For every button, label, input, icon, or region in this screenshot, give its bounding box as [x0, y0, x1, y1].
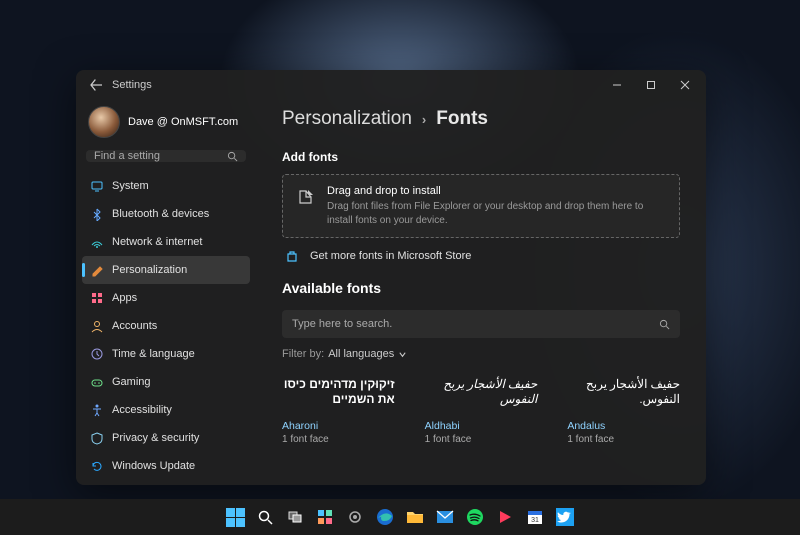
sidebar-item-label: Accounts	[112, 320, 157, 332]
font-search-placeholder: Type here to search.	[292, 318, 659, 330]
filter-label: Filter by:	[282, 348, 324, 360]
privacy-icon	[90, 431, 104, 445]
sidebar-item-label: Gaming	[112, 376, 151, 388]
start-button[interactable]	[224, 506, 246, 528]
apps-icon	[90, 291, 104, 305]
sidebar-item-label: Time & language	[112, 348, 195, 360]
breadcrumb-current: Fonts	[436, 108, 488, 130]
sidebar: Dave @ OnMSFT.com Find a setting System B…	[76, 100, 256, 485]
time-icon	[90, 347, 104, 361]
gaming-icon	[90, 375, 104, 389]
dropzone-title: Drag and drop to install	[327, 185, 665, 197]
font-search-input[interactable]: Type here to search.	[282, 310, 680, 338]
font-preview: حفيف الأشجار يربح النفوس.	[567, 370, 680, 406]
maximize-button[interactable]	[634, 70, 668, 100]
user-account-row[interactable]: Dave @ OnMSFT.com	[82, 100, 250, 150]
font-name: Aldhabi	[425, 420, 538, 432]
sidebar-item-label: Apps	[112, 292, 137, 304]
sidebar-item-update[interactable]: Windows Update	[82, 452, 250, 480]
font-face-count: 1 font face	[282, 434, 395, 445]
accessibility-icon	[90, 403, 104, 417]
font-preview: حفيف الأشجار يربح النفوس	[425, 370, 538, 406]
chevron-right-icon: ›	[422, 112, 426, 127]
sidebar-item-network[interactable]: Network & internet	[82, 228, 250, 256]
taskview-icon[interactable]	[284, 506, 306, 528]
user-name: Dave @ OnMSFT.com	[128, 116, 238, 128]
sidebar-item-label: Bluetooth & devices	[112, 208, 209, 220]
font-card[interactable]: حفيف الأشجار يربح النفوس. Andalus 1 font…	[567, 370, 680, 445]
twitter-icon[interactable]	[554, 506, 576, 528]
file-explorer-icon[interactable]	[404, 506, 426, 528]
font-preview: זיקוּקין מדהימים כיסו את השמיים	[282, 370, 395, 406]
sidebar-item-label: Network & internet	[112, 236, 202, 248]
network-icon	[90, 235, 104, 249]
font-card[interactable]: זיקוּקין מדהימים כיסו את השמיים Aharoni …	[282, 370, 395, 445]
svg-text:31: 31	[531, 517, 539, 524]
filter-dropdown[interactable]: Filter by: All languages	[282, 348, 680, 360]
system-icon	[90, 179, 104, 193]
sidebar-search-input[interactable]: Find a setting	[86, 150, 246, 162]
chevron-down-icon	[398, 350, 407, 359]
sidebar-item-label: Accessibility	[112, 404, 172, 416]
store-link[interactable]: Get more fonts in Microsoft Store	[282, 238, 680, 270]
widgets-icon[interactable]	[314, 506, 336, 528]
sidebar-item-label: System	[112, 180, 149, 192]
minimize-button[interactable]	[600, 70, 634, 100]
edge-icon[interactable]	[374, 506, 396, 528]
sidebar-item-accessibility[interactable]: Accessibility	[82, 396, 250, 424]
available-fonts-header: Available fonts	[282, 280, 680, 296]
sidebar-item-gaming[interactable]: Gaming	[82, 368, 250, 396]
sidebar-item-label: Windows Update	[112, 460, 195, 472]
avatar	[88, 106, 120, 138]
nav-list: System Bluetooth & devices Network & inter…	[82, 172, 250, 480]
font-face-count: 1 font face	[567, 434, 680, 445]
sidebar-item-personalization[interactable]: Personalization	[82, 256, 250, 284]
search-icon	[227, 151, 238, 162]
sidebar-item-apps[interactable]: Apps	[82, 284, 250, 312]
window-title: Settings	[112, 79, 152, 91]
close-button[interactable]	[668, 70, 702, 100]
font-name: Andalus	[567, 420, 680, 432]
bluetooth-icon	[90, 207, 104, 221]
accounts-icon	[90, 319, 104, 333]
sidebar-item-label: Personalization	[112, 264, 187, 276]
font-name: Aharoni	[282, 420, 395, 432]
add-fonts-header: Add fonts	[282, 150, 680, 164]
sidebar-item-accounts[interactable]: Accounts	[82, 312, 250, 340]
filter-value: All languages	[328, 348, 394, 360]
personalization-icon	[90, 263, 104, 277]
main-panel: Personalization › Fonts Add fonts Drag a…	[256, 100, 706, 485]
update-icon	[90, 459, 104, 473]
titlebar: Settings	[76, 70, 706, 100]
dropzone-subtitle: Drag font files from File Explorer or yo…	[327, 200, 665, 227]
taskbar: 31	[0, 499, 800, 535]
search-placeholder: Find a setting	[94, 150, 227, 162]
font-face-count: 1 font face	[425, 434, 538, 445]
settings-icon[interactable]	[344, 506, 366, 528]
calendar-icon[interactable]: 31	[524, 506, 546, 528]
font-card[interactable]: حفيف الأشجار يربح النفوس Aldhabi 1 font …	[425, 370, 538, 445]
taskbar-search-icon[interactable]	[254, 506, 276, 528]
back-button[interactable]	[86, 79, 106, 91]
font-grid: זיקוּקין מדהימים כיסו את השמיים Aharoni …	[282, 370, 680, 445]
sidebar-item-system[interactable]: System	[82, 172, 250, 200]
drag-drop-icon	[297, 187, 315, 207]
sidebar-item-time[interactable]: Time & language	[82, 340, 250, 368]
sidebar-item-privacy[interactable]: Privacy & security	[82, 424, 250, 452]
store-link-label: Get more fonts in Microsoft Store	[310, 250, 471, 262]
settings-window: Settings Dave @ OnMSFT.com Find a settin…	[76, 70, 706, 485]
media-icon[interactable]	[494, 506, 516, 528]
sidebar-item-bluetooth[interactable]: Bluetooth & devices	[82, 200, 250, 228]
search-icon	[659, 319, 670, 330]
breadcrumb: Personalization › Fonts	[282, 108, 680, 130]
mail-icon[interactable]	[434, 506, 456, 528]
breadcrumb-parent[interactable]: Personalization	[282, 108, 412, 130]
sidebar-item-label: Privacy & security	[112, 432, 199, 444]
font-dropzone[interactable]: Drag and drop to install Drag font files…	[282, 174, 680, 238]
store-icon	[284, 248, 300, 264]
spotify-icon[interactable]	[464, 506, 486, 528]
